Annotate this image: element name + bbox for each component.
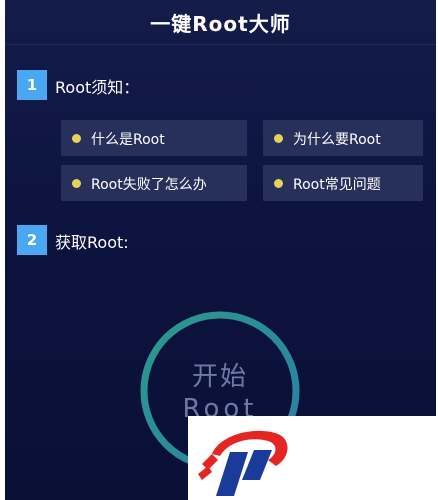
title-bar: 一键Root大师 [5, 0, 436, 45]
bullet-dot-icon [274, 179, 283, 188]
button-label: 为什么要Root [293, 132, 381, 148]
app-title: 一键Root大师 [150, 12, 291, 36]
button-label: Root常见问题 [293, 177, 381, 193]
section-1-number: 1 [17, 70, 47, 100]
bullet-dot-icon [72, 134, 81, 143]
bullet-dot-icon [72, 179, 81, 188]
root-faq-button[interactable]: Root常见问题 [263, 165, 423, 201]
what-is-root-button[interactable]: 什么是Root [61, 120, 247, 156]
section-1-title: Root须知： [55, 78, 140, 97]
section-2-title: 获取Root: [55, 233, 129, 252]
watermark-overlay [188, 416, 438, 500]
root-failed-button[interactable]: Root失败了怎么办 [61, 165, 247, 201]
button-label: Root失败了怎么办 [91, 177, 207, 193]
button-label: 什么是Root [91, 132, 165, 148]
start-label: 开始 [191, 362, 248, 392]
bullet-dot-icon [274, 134, 283, 143]
section-2-number: 2 [17, 225, 47, 255]
why-root-button[interactable]: 为什么要Root [263, 120, 423, 156]
brand-logo-icon [198, 430, 288, 496]
